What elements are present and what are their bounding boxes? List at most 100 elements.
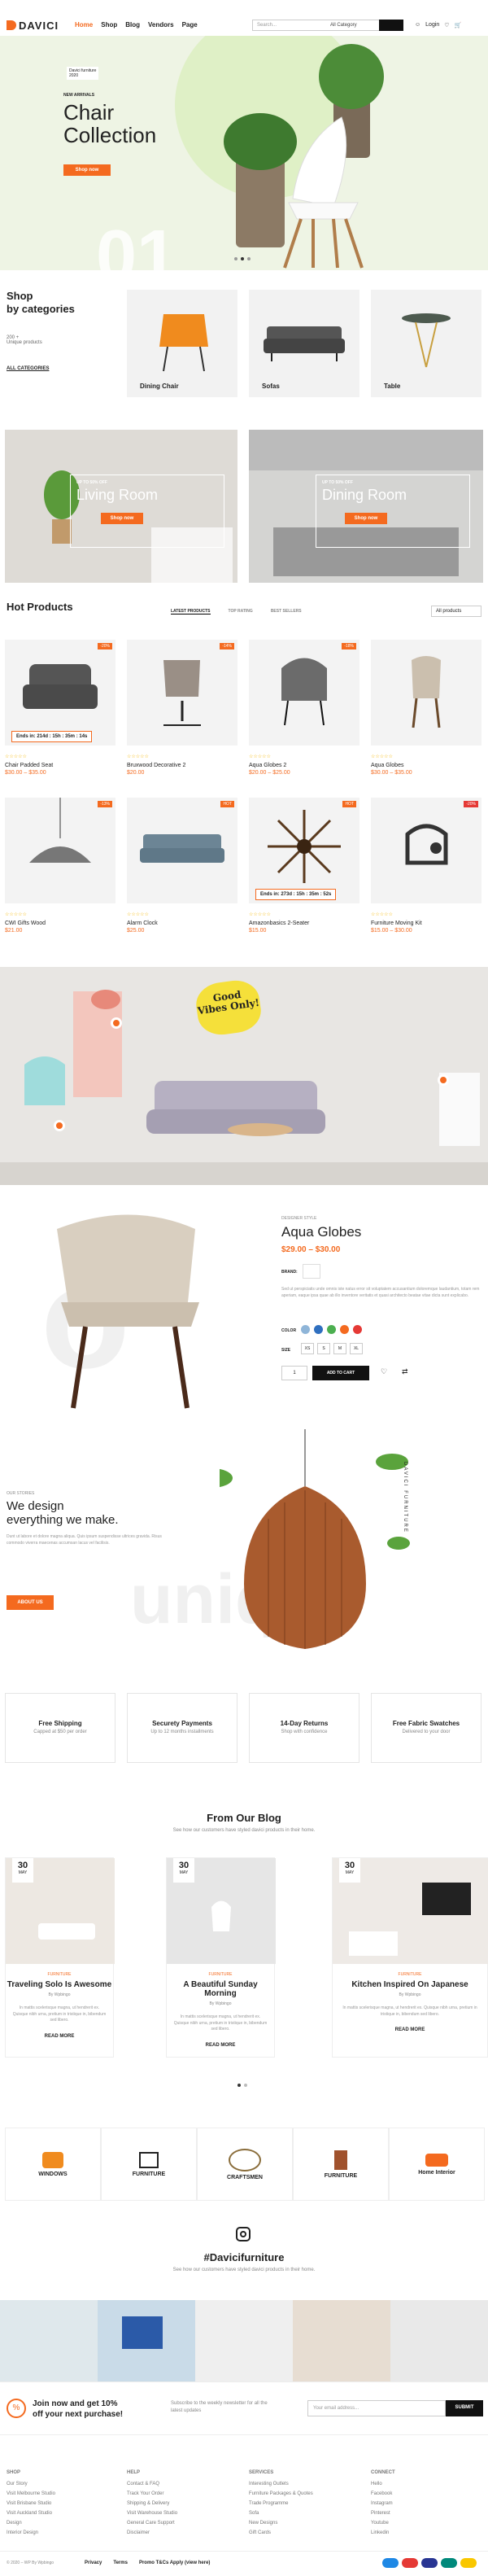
brand-logo[interactable] xyxy=(303,1264,320,1279)
hotspot-icon[interactable] xyxy=(111,1017,122,1029)
product-card[interactable]: -13% ☆☆☆☆☆ CWI Gifts Wood $21.00 xyxy=(5,798,115,934)
add-to-cart-button[interactable]: ADD TO CART xyxy=(312,1366,369,1380)
footer-link[interactable]: Furniture Packages & Quotes xyxy=(249,2489,313,2499)
read-more-link[interactable]: READ MORE xyxy=(6,2034,113,2039)
color-swatch[interactable] xyxy=(327,1325,336,1334)
footer-link[interactable]: Track Your Order xyxy=(127,2489,177,2499)
footer-link[interactable]: Sofa xyxy=(249,2508,313,2518)
product-name[interactable]: Alarm Clock xyxy=(127,921,237,926)
search-button[interactable] xyxy=(379,20,403,31)
nav-page[interactable]: Page xyxy=(182,21,198,28)
nav-vendors[interactable]: Vendors xyxy=(148,21,174,28)
color-swatch[interactable] xyxy=(340,1325,349,1334)
tab-best-sellers[interactable]: BEST SELLERS xyxy=(271,609,302,614)
footer-link[interactable]: Visit Brisbane Studio xyxy=(7,2499,55,2508)
blog-category[interactable]: FURNITURE xyxy=(167,1972,274,1977)
logo[interactable]: DAVICI xyxy=(7,20,59,32)
featured-title[interactable]: Aqua Globes xyxy=(281,1224,361,1240)
dot[interactable] xyxy=(244,2084,247,2087)
product-name[interactable]: CWI Gifts Wood xyxy=(5,921,115,926)
wishlist-icon[interactable]: ♡ xyxy=(381,1367,387,1376)
footer-link[interactable]: Instagram xyxy=(371,2499,395,2508)
product-name[interactable]: Chair Padded Seat xyxy=(5,763,115,768)
size-option[interactable]: S xyxy=(317,1343,330,1354)
brand-logo[interactable]: CRAFTSMEN xyxy=(197,2128,293,2201)
about-us-button[interactable]: ABOUT US xyxy=(7,1595,54,1610)
footer-link[interactable]: Design xyxy=(7,2518,55,2528)
footer-link[interactable]: Linkedin xyxy=(371,2528,395,2538)
instagram-photo[interactable] xyxy=(0,2300,98,2381)
terms-link[interactable]: Terms xyxy=(113,2561,128,2565)
size-option[interactable]: XL xyxy=(350,1343,363,1354)
product-name[interactable]: Furniture Moving Kit xyxy=(371,921,481,926)
footer-link[interactable]: Youtube xyxy=(371,2518,395,2528)
color-swatch[interactable] xyxy=(314,1325,323,1334)
footer-link[interactable]: Contact & FAQ xyxy=(127,2479,177,2489)
cart-icon[interactable]: 🛒 xyxy=(455,22,462,28)
dot-active[interactable] xyxy=(237,2084,241,2087)
footer-link[interactable]: Hello xyxy=(371,2479,395,2489)
products-filter-select[interactable]: All products xyxy=(431,606,481,617)
footer-link[interactable]: Interior Design xyxy=(7,2528,55,2538)
instagram-photo[interactable] xyxy=(195,2300,293,2381)
blog-post-title[interactable]: Traveling Solo Is Awesome xyxy=(6,1980,113,1989)
category-card[interactable]: Table xyxy=(371,290,481,397)
category-card[interactable]: Sofas xyxy=(249,290,359,397)
color-swatch[interactable] xyxy=(353,1325,362,1334)
dot[interactable] xyxy=(234,257,237,260)
blog-category[interactable]: FURNITURE xyxy=(333,1972,487,1977)
footer-link[interactable]: Gift Cards xyxy=(249,2528,313,2538)
dot[interactable] xyxy=(247,257,251,260)
product-name[interactable]: Amazonbasics 2-Seater xyxy=(249,921,359,926)
blog-post[interactable]: 30 MAY FURNITURE Traveling Solo Is Awesom… xyxy=(5,1857,115,2058)
product-name[interactable]: Bruxwood Decorative 2 xyxy=(127,763,237,768)
product-card[interactable]: -14% ☆☆☆☆☆ Bruxwood Decorative 2 $20.00 xyxy=(127,640,237,776)
search-input[interactable]: Search... All Category xyxy=(252,20,403,31)
brand-logo[interactable]: Home Interior xyxy=(389,2128,485,2201)
footer-link[interactable]: Visit Melbourne Studio xyxy=(7,2489,55,2499)
read-more-link[interactable]: READ MORE xyxy=(333,2027,487,2032)
product-card[interactable]: HOT Ends in: 273d : 15h : 35m : 52s ☆☆☆☆☆… xyxy=(249,798,359,934)
banner-shop-button[interactable]: Shop now xyxy=(101,513,143,524)
wishlist-icon[interactable]: ♡ xyxy=(444,22,449,28)
instagram-icon[interactable] xyxy=(236,2227,251,2241)
hero-shop-button[interactable]: Shop now xyxy=(63,164,111,176)
footer-link[interactable]: New Designs xyxy=(249,2518,313,2528)
brand-logo[interactable]: FURNITURE xyxy=(101,2128,197,2201)
size-option[interactable]: XS xyxy=(301,1343,314,1354)
blog-post-title[interactable]: Kitchen Inspired On Japanese xyxy=(333,1980,487,1989)
banner-dining-room[interactable]: UP TO 50% OFF Dining Room Shop now xyxy=(249,430,483,583)
subscribe-button[interactable]: SUBMIT xyxy=(446,2400,483,2416)
user-icon[interactable]: ☺ xyxy=(415,22,420,28)
promo-link[interactable]: Promo T&Cs Apply (view here) xyxy=(139,2561,210,2565)
category-card[interactable]: Dining Chair xyxy=(127,290,237,397)
hotspot-icon[interactable] xyxy=(438,1074,449,1086)
footer-link[interactable]: Our Story xyxy=(7,2479,55,2489)
product-card[interactable]: -20% ☆☆☆☆☆ Furniture Moving Kit $15.00 –… xyxy=(371,798,481,934)
footer-link[interactable]: Interesting Outlets xyxy=(249,2479,313,2489)
blog-category[interactable]: FURNITURE xyxy=(6,1972,113,1977)
instagram-photo[interactable] xyxy=(390,2300,488,2381)
dot-active[interactable] xyxy=(241,257,244,260)
quantity-stepper[interactable]: 1 xyxy=(281,1366,307,1380)
footer-link[interactable]: Pinterest xyxy=(371,2508,395,2518)
footer-link[interactable]: Disclaimer xyxy=(127,2528,177,2538)
tab-top-rating[interactable]: TOP RATING xyxy=(229,609,253,614)
footer-link[interactable]: Facebook xyxy=(371,2489,395,2499)
blog-post[interactable]: 30 MAY FURNITURE Kitchen Inspired On Japa… xyxy=(332,1857,488,2058)
login-link[interactable]: Login xyxy=(425,22,439,28)
banner-living-room[interactable]: UP TO 50% OFF Living Room Shop now xyxy=(5,430,237,583)
footer-link[interactable]: Shipping & Delivery xyxy=(127,2499,177,2508)
brand-logo[interactable]: FURNITURE xyxy=(293,2128,389,2201)
tab-latest[interactable]: LATEST PRODUCTS xyxy=(171,609,211,614)
banner-shop-button[interactable]: Shop now xyxy=(345,513,387,524)
product-card[interactable]: -18% ☆☆☆☆☆ Aqua Globes 2 $20.00 – $25.00 xyxy=(249,640,359,776)
privacy-link[interactable]: Privacy xyxy=(85,2561,102,2565)
instagram-photo[interactable] xyxy=(293,2300,390,2381)
read-more-link[interactable]: READ MORE xyxy=(167,2043,274,2048)
brand-logo[interactable]: WINDOWS xyxy=(5,2128,101,2201)
size-option[interactable]: M xyxy=(333,1343,346,1354)
product-name[interactable]: Aqua Globes xyxy=(371,763,481,768)
product-name[interactable]: Aqua Globes 2 xyxy=(249,763,359,768)
footer-link[interactable]: Visit Warehouse Studio xyxy=(127,2508,177,2518)
